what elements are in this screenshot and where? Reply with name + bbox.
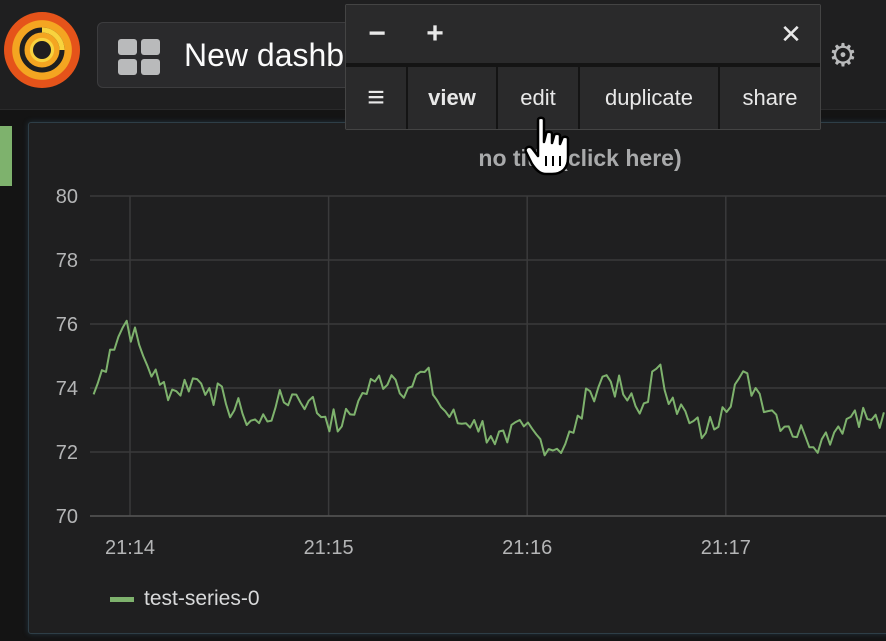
panel-menu-edit[interactable]: edit [498, 67, 580, 129]
y-tick-label: 78 [56, 250, 78, 272]
panel-menu-popup: − + ✕ ≡ view edit duplicate share [345, 4, 821, 130]
y-tick-label: 74 [56, 378, 78, 400]
x-tick-label: 21:14 [105, 537, 155, 559]
y-tick-label: 72 [56, 442, 78, 464]
panel-menu-actions: ≡ view edit duplicate share [346, 67, 820, 129]
panel-menu-share[interactable]: share [720, 67, 820, 129]
decrease-span-icon[interactable]: − [360, 17, 394, 51]
x-tick-label: 21:16 [502, 537, 552, 559]
hamburger-menu-icon[interactable]: ≡ [346, 67, 408, 129]
panel-menu-toolbar: − + ✕ [346, 5, 820, 65]
y-tick-label: 70 [56, 506, 78, 528]
y-tick-label: 80 [56, 186, 78, 208]
chart-legend: test-series-0 [110, 584, 260, 614]
close-icon[interactable]: ✕ [774, 17, 808, 51]
panel-menu-view[interactable]: view [408, 67, 498, 129]
panel-menu-duplicate[interactable]: duplicate [580, 67, 720, 129]
y-tick-label: 76 [56, 314, 78, 336]
x-tick-label: 21:17 [701, 537, 751, 559]
legend-series-swatch [110, 596, 134, 602]
legend-series-label[interactable]: test-series-0 [144, 587, 260, 611]
x-tick-label: 21:15 [304, 537, 354, 559]
increase-span-icon[interactable]: + [418, 17, 452, 51]
